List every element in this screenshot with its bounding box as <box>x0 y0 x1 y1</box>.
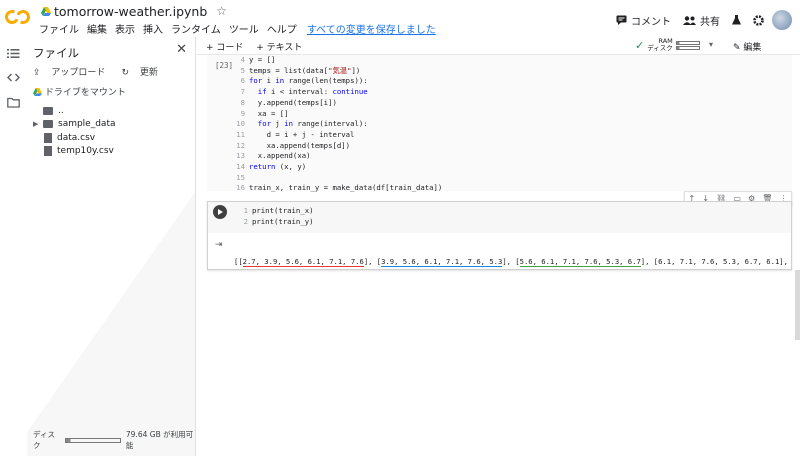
avatar[interactable] <box>772 10 792 30</box>
code-line: 14 return (x, y) <box>236 162 307 172</box>
share-button[interactable]: 共有 <box>683 13 720 28</box>
add-text-button[interactable]: + テキスト <box>256 43 302 53</box>
code-line: 8 y.append(temps[i]) <box>240 97 337 107</box>
menu-file[interactable]: ファイル <box>39 21 79 36</box>
disk-usage: ディスク 79.64 GB が利用可能 <box>33 429 195 451</box>
mount-drive-button[interactable]: ドライブをマウント <box>33 85 126 98</box>
check-icon: ✓ <box>635 38 645 52</box>
code-line: 13 x.append(xa) <box>236 151 311 161</box>
folder-icon <box>43 120 53 129</box>
code-line: 5 temps = list(data["気温"]) <box>240 65 361 75</box>
comment-button[interactable]: コメント <box>616 13 671 28</box>
app-header: tomorrow-weather.ipynb ☆ ファイル 編集 表示 挿入 ラ… <box>0 0 800 37</box>
comment-icon <box>616 15 627 25</box>
code-line: 6 for i in range(len(temps)): <box>240 76 368 86</box>
menu-edit[interactable]: 編集 <box>87 21 107 36</box>
code-cell-1[interactable]: [23] 4y = [] 5 temps = list(data["気温"]) 6 fo… <box>207 55 792 194</box>
star-icon[interactable]: ☆ <box>216 4 227 18</box>
menu-bar: ファイル 編集 表示 挿入 ランタイム ツール ヘルプ すべての変更を保存しまし… <box>39 21 444 36</box>
output-clear-icon[interactable]: ⇥ <box>215 240 223 250</box>
menu-insert[interactable]: 挿入 <box>143 21 163 36</box>
code-line: 16 train_x, train_y = make_data(df[train_… <box>236 183 443 193</box>
code-line: 12 xa.append(temps[d]) <box>236 140 351 150</box>
code-line: 1 print(train_x) <box>243 206 314 215</box>
tree-item-data-csv[interactable]: data.csv <box>33 131 116 145</box>
code-snippets-icon[interactable] <box>7 71 20 84</box>
drive-icon <box>41 6 51 16</box>
folder-icon <box>43 106 53 115</box>
tree-item-label: .. <box>58 105 64 116</box>
code-line: 10 for j in range(interval): <box>236 119 368 129</box>
flask-icon <box>732 15 741 25</box>
upload-icon: ⇪ <box>33 68 41 78</box>
disk-label: ディスク <box>33 430 55 450</box>
tree-item-label: temp10y.csv <box>57 146 114 157</box>
saved-status[interactable]: すべての変更を保存しました <box>307 21 436 36</box>
share-label: 共有 <box>700 16 720 28</box>
flask-button[interactable] <box>732 15 741 25</box>
disk-bar <box>675 45 700 50</box>
output-line: [[2.7, 3.9, 5.6, 6.1, 7.1, 7.6], [3.9, 5… <box>234 257 788 267</box>
chevron-right-icon[interactable]: ▶ <box>33 120 43 128</box>
menu-tools[interactable]: ツール <box>229 21 259 36</box>
chevron-down-icon[interactable]: ▾ <box>709 40 713 49</box>
disk-label: ディスク <box>647 44 673 52</box>
menu-view[interactable]: 表示 <box>115 21 135 36</box>
tree-item-temp10y-csv[interactable]: temp10y.csv <box>33 145 116 159</box>
disk-free: 79.64 GB が利用可能 <box>125 430 194 450</box>
tree-item-parent[interactable]: .. <box>33 104 116 118</box>
colab-logo[interactable] <box>3 8 32 28</box>
comment-label: コメント <box>631 16 671 28</box>
code-line: 7 if i < interval: continue <box>240 87 368 97</box>
files-panel: ファイル ✕ ⇪ アップロード ↻ 更新 ドライブをマウント .. ▶ samp… <box>27 37 196 456</box>
code-line: 15 <box>236 172 245 182</box>
edit-button[interactable]: ✎ 編集 <box>733 40 761 53</box>
drive-icon <box>33 88 42 96</box>
code-editor[interactable]: 1 print(train_x) 2 print(train_y) <box>234 206 314 227</box>
upload-button[interactable]: ⇪ アップロード <box>33 65 113 78</box>
code-line: 2 print(train_y) <box>243 216 314 226</box>
code-cell-2[interactable]: 1 print(train_x) 2 print(train_y) ⇥ [[2.7, … <box>207 201 792 270</box>
left-icon-strip <box>0 37 27 456</box>
code-line: 9 xa = [] <box>240 108 289 118</box>
close-icon[interactable]: ✕ <box>176 42 187 57</box>
settings-button[interactable] <box>753 14 764 26</box>
scrollbar[interactable] <box>795 270 800 340</box>
tree-item-label: data.csv <box>57 132 96 143</box>
resource-monitor[interactable]: ✓ RAM ディスク <box>635 38 700 52</box>
refresh-icon: ↻ <box>121 68 129 78</box>
menu-help[interactable]: ヘルプ <box>267 21 297 36</box>
notebook-title[interactable]: tomorrow-weather.ipynb <box>54 4 207 19</box>
people-icon <box>683 15 696 25</box>
file-icon <box>44 132 52 143</box>
mount-drive-label: ドライブをマウント <box>44 88 126 98</box>
file-tree: .. ▶ sample_data data.csv temp10y.csv <box>33 104 116 158</box>
add-code-button[interactable]: + コード <box>206 43 243 53</box>
code-line: 4y = [] <box>240 55 276 64</box>
pencil-icon: ✎ <box>733 43 741 53</box>
tree-item-sample-data[interactable]: ▶ sample_data <box>33 118 116 132</box>
files-folder-icon[interactable] <box>7 96 20 109</box>
run-cell-button[interactable] <box>213 205 227 219</box>
code-editor[interactable]: 4y = [] 5 temps = list(data["気温"]) 6 for i i… <box>231 55 442 194</box>
menu-runtime[interactable]: ランタイム <box>171 21 221 36</box>
cell-input[interactable]: 1 print(train_x) 2 print(train_y) <box>208 202 791 233</box>
files-panel-title: ファイル <box>33 46 79 60</box>
gear-icon <box>753 14 764 26</box>
code-line: 11 d = i + j - interval <box>236 129 355 139</box>
disk-usage-bar <box>65 437 121 443</box>
notebook-toolbar: + コード + テキスト ✓ RAM ディスク ▾ ✎ 編集 <box>197 37 800 55</box>
tree-item-label: sample_data <box>58 119 116 130</box>
upload-label: アップロード <box>51 68 106 78</box>
refresh-button[interactable]: ↻ 更新 <box>121 65 165 78</box>
edit-label: 編集 <box>743 43 762 53</box>
file-icon <box>44 146 52 157</box>
ram-bar <box>675 40 700 45</box>
table-of-contents-icon[interactable] <box>7 47 20 60</box>
cell-output: [[2.7, 3.9, 5.6, 6.1, 7.1, 7.6], [3.9, 5… <box>234 237 789 267</box>
refresh-label: 更新 <box>139 68 158 78</box>
